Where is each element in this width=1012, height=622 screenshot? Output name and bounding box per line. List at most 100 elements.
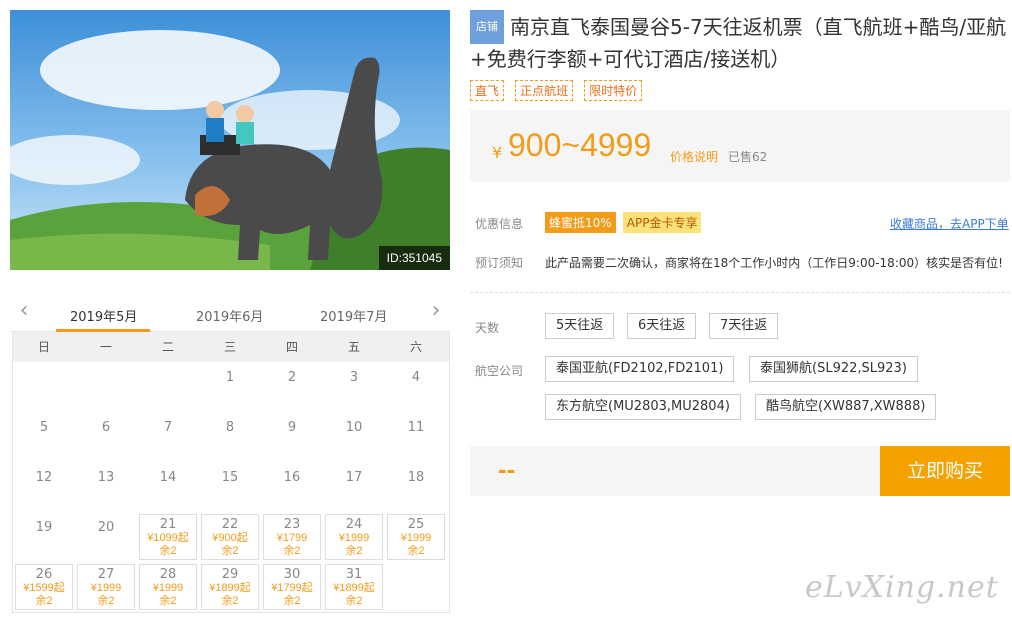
active-month-indicator	[56, 329, 150, 332]
promo-badges: 蜂蜜抵10% APP金卡专享	[545, 212, 703, 233]
calendar-day-number: 22	[221, 517, 239, 532]
calendar-day-price: ¥1999	[400, 532, 432, 544]
product-header: 店铺 南京直飞泰国曼谷5-7天往返机票（直飞航班+酷鸟/亚航+免费行李额+可代订酒…	[470, 10, 1010, 74]
calendar-day: 6	[75, 412, 137, 462]
calendar-day-number: 30	[283, 567, 301, 582]
product-id-label: ID:351045	[378, 246, 450, 270]
calendar-day-number: 12	[35, 470, 53, 485]
calendar-day-number: 24	[345, 517, 363, 532]
calendar-day: 2	[261, 362, 323, 412]
calendar-day: 11	[385, 412, 447, 462]
chevron-right-icon[interactable]: ›	[426, 300, 446, 324]
month-tab-june[interactable]: 2019年6月	[196, 306, 263, 325]
calendar-day-price: ¥1899起	[333, 582, 375, 594]
calendar-day-stock: 余2	[407, 545, 425, 557]
weekday-label: 五	[347, 340, 360, 354]
calendar-day-stock: 余2	[283, 595, 301, 607]
weekday-label: 二	[161, 340, 174, 354]
site-watermark: eLvXing.net	[805, 570, 999, 605]
calendar-empty-cell	[13, 362, 75, 412]
calendar-day-number: 29	[221, 567, 239, 582]
calendar-day-number: 10	[345, 420, 363, 435]
calendar-day-number: 5	[39, 420, 49, 435]
calendar-day-stock: 余2	[159, 595, 177, 607]
calendar-day[interactable]: 28 ¥1999 余2	[139, 564, 197, 610]
calendar-day: 18	[385, 462, 447, 512]
calendar-day[interactable]: 26 ¥1599起 余2	[15, 564, 73, 610]
favorite-app-link[interactable]: 收藏商品，去APP下单	[890, 215, 1009, 232]
calendar-day-number: 18	[407, 470, 425, 485]
calendar-day-number: 27	[97, 567, 115, 582]
calendar-day-number: 16	[283, 470, 301, 485]
shop-badge[interactable]: 店铺	[470, 10, 504, 44]
weekday-label: 三	[223, 340, 236, 354]
promo-label: 优惠信息	[475, 217, 524, 231]
calendar-day-number: 25	[407, 517, 425, 532]
calendar-day-price: ¥1099起	[147, 532, 189, 544]
option-7-days[interactable]: 7天往返	[709, 313, 779, 339]
option-thai-lion-air[interactable]: 泰国狮航(SL922,SL923)	[749, 356, 918, 382]
weekday-label: 一	[99, 340, 112, 354]
product-tags: 直飞 正点航班 限时特价	[470, 80, 648, 101]
calendar-day[interactable]: 21 ¥1099起 余2	[139, 514, 197, 560]
chevron-left-icon[interactable]: ‹	[14, 300, 34, 324]
calendar-day[interactable]: 23 ¥1799 余2	[263, 514, 321, 560]
calendar-day: 19	[13, 512, 75, 562]
calendar-day-stock: 余2	[97, 595, 115, 607]
calendar-day-number: 8	[225, 420, 235, 435]
notice-text: 此产品需要二次确认，商家将在18个工作小时内（工作日9:00-18:00）核实是…	[545, 256, 1003, 270]
calendar-day-stock: 余2	[221, 595, 239, 607]
option-5-days[interactable]: 5天往返	[545, 313, 615, 339]
month-tabs: ‹ 2019年5月 2019年6月 2019年7月 ›	[10, 296, 450, 332]
month-tab-may[interactable]: 2019年5月	[70, 306, 137, 325]
month-tab-july[interactable]: 2019年7月	[320, 306, 387, 325]
calendar-day-number: 26	[35, 567, 53, 582]
calendar-day[interactable]: 22 ¥900起 余2	[201, 514, 259, 560]
calendar-day[interactable]: 25 ¥1999 余2	[387, 514, 445, 560]
total-price-bar: --	[470, 446, 880, 496]
calendar-day[interactable]: 29 ¥1899起 余2	[201, 564, 259, 610]
calendar-day-price: ¥1999	[152, 582, 184, 594]
calendar-day-price: ¥1599起	[23, 582, 65, 594]
buy-now-button[interactable]: 立即购买	[880, 446, 1010, 496]
calendar-day-price: ¥1799起	[271, 582, 313, 594]
calendar-empty-cell	[137, 362, 199, 412]
calendar-empty-cell	[75, 362, 137, 412]
calendar-day: 20	[75, 512, 137, 562]
calendar-day: 17	[323, 462, 385, 512]
product-image[interactable]: ID:351045	[10, 10, 450, 270]
total-price: --	[498, 454, 516, 484]
date-calendar: ‹ 2019年5月 2019年6月 2019年7月 › 日 一 二 三 四 五 …	[10, 296, 450, 613]
calendar-day-stock: 余2	[221, 545, 239, 557]
calendar-day[interactable]: 27 ¥1999 余2	[77, 564, 135, 610]
sold-count: 已售62	[728, 150, 768, 164]
calendar-day-number: 15	[221, 470, 239, 485]
calendar-day[interactable]: 24 ¥1999 余2	[325, 514, 383, 560]
calendar-day-number: 2	[287, 370, 297, 385]
tag-direct: 直飞	[470, 80, 505, 101]
calendar-day-number: 14	[159, 470, 177, 485]
calendar-day-number: 23	[283, 517, 301, 532]
tag-special-price: 限时特价	[584, 80, 643, 101]
calendar-day-number: 28	[159, 567, 177, 582]
option-6-days[interactable]: 6天往返	[627, 313, 697, 339]
calendar-day: 5	[13, 412, 75, 462]
calendar-day: 16	[261, 462, 323, 512]
option-nokscoot[interactable]: 酷鸟航空(XW887,XW888)	[755, 394, 937, 420]
calendar-day: 12	[13, 462, 75, 512]
notice-label: 预订须知	[475, 256, 524, 270]
calendar-day: 14	[137, 462, 199, 512]
calendar-day-number: 19	[35, 520, 53, 535]
calendar-day-number: 9	[287, 420, 297, 435]
option-thai-airasia[interactable]: 泰国亚航(FD2102,FD2101)	[545, 356, 735, 382]
calendar-day: 15	[199, 462, 261, 512]
calendar-day[interactable]: 31 ¥1899起 余2	[325, 564, 383, 610]
calendar-day: 13	[75, 462, 137, 512]
option-china-eastern[interactable]: 东方航空(MU2803,MU2804)	[545, 394, 741, 420]
calendar-day-number: 3	[349, 370, 359, 385]
price-explanation-link[interactable]: 价格说明	[670, 148, 718, 165]
calendar-day[interactable]: 30 ¥1799起 余2	[263, 564, 321, 610]
calendar-day-price: ¥900起	[212, 532, 248, 544]
calendar-day-number: 1	[225, 370, 235, 385]
calendar-day: 10	[323, 412, 385, 462]
